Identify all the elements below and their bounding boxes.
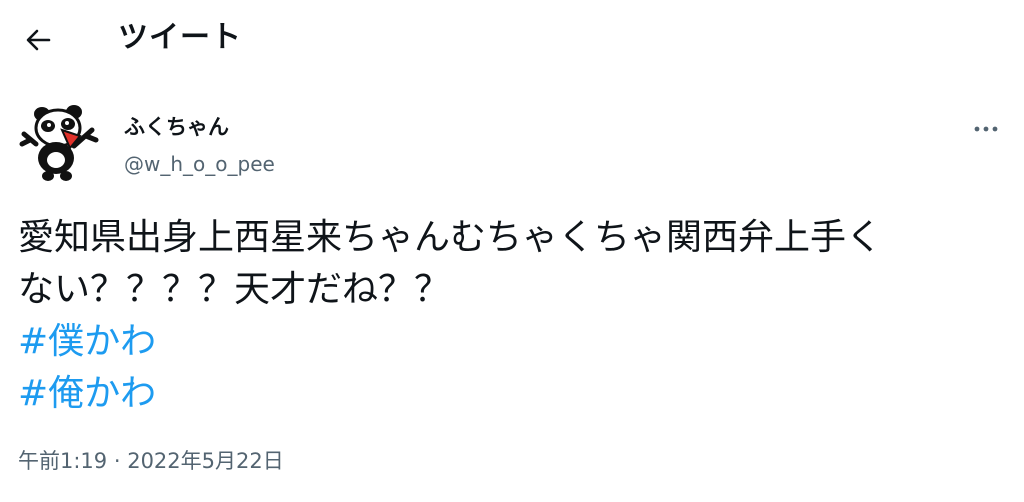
- tweet-time[interactable]: 午前1:19: [18, 449, 107, 473]
- avatar[interactable]: [18, 100, 102, 184]
- tweet-text-line: ない？？？？天才だね？？: [18, 269, 451, 310]
- back-button[interactable]: [20, 22, 56, 58]
- hashtag-link[interactable]: #僕かわ: [18, 316, 1008, 368]
- tweet-body: 愛知県出身上西星来ちゃんむちゃくちゃ関西弁上手く ない？？？？天才だね？？ #僕…: [18, 212, 1008, 420]
- tweet-header: ツイート: [0, 0, 1024, 80]
- tweet-date[interactable]: 2022年5月22日: [127, 449, 284, 473]
- tweet-author: ふくちゃん @w_h_o_o_pee: [18, 100, 1008, 190]
- more-options-button[interactable]: [968, 114, 1004, 144]
- user-handle[interactable]: @w_h_o_o_pee: [124, 150, 275, 178]
- page-title: ツイート: [118, 20, 242, 55]
- timestamp-separator: ·: [107, 449, 128, 473]
- panda-mascot-avatar-icon: [19, 105, 99, 181]
- hashtag-link[interactable]: #俺かわ: [18, 368, 1008, 420]
- display-name[interactable]: ふくちゃん: [124, 112, 229, 142]
- tweet-timestamp: 午前1:19 · 2022年5月22日: [18, 446, 284, 476]
- arrow-left-icon: [26, 29, 51, 51]
- tweet-text-line: 愛知県出身上西星来ちゃんむちゃくちゃ関西弁上手く: [18, 217, 883, 258]
- more-horizontal-icon: [974, 126, 998, 132]
